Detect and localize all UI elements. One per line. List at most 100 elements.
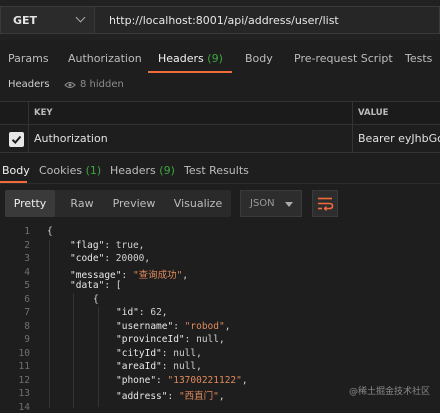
tab-label: Body xyxy=(245,52,273,65)
json-key: "address" xyxy=(116,391,168,402)
tab-cookies[interactable]: Cookies (1) xyxy=(39,157,101,185)
line-number: 7 xyxy=(24,307,30,318)
json-key: "cityId" xyxy=(116,347,162,359)
json-value: "13700221122" xyxy=(167,374,242,386)
eye-icon xyxy=(64,81,76,88)
json-key: "code" xyxy=(70,253,105,264)
tab-params[interactable]: Params xyxy=(8,45,49,73)
header-key-cell[interactable]: Authorization xyxy=(34,132,108,145)
code-line: "message": "查询成功", xyxy=(70,269,189,281)
tab-pre-request-script[interactable]: Pre-request Script xyxy=(294,45,393,73)
tab-label: Params xyxy=(8,52,49,65)
tab-label: Test Results xyxy=(184,164,249,177)
tab-test-results[interactable]: Test Results xyxy=(184,157,249,185)
line-number: 14 xyxy=(18,401,30,413)
response-body-code[interactable]: 1 2 3 4 5 6 7 8 9 10 11 12 13 14 { "flag… xyxy=(0,226,440,413)
row-checkbox[interactable] xyxy=(9,132,24,147)
column-value: VALUE xyxy=(358,108,389,118)
active-tab-indicator xyxy=(148,71,232,73)
json-value: 20000 xyxy=(115,253,145,264)
visualize-button[interactable]: Visualize xyxy=(165,190,231,217)
tab-headers[interactable]: Headers (9) xyxy=(158,45,223,73)
line-number: 10 xyxy=(18,347,30,359)
tab-body[interactable]: Body xyxy=(245,45,273,73)
line-number: 13 xyxy=(18,388,30,399)
json-value: null xyxy=(173,347,197,359)
wrap-lines-button[interactable] xyxy=(312,190,338,217)
tab-count: (1) xyxy=(85,164,102,177)
preview-button[interactable]: Preview xyxy=(109,190,159,217)
header-value-cell[interactable]: Bearer eyJhbGciOi xyxy=(358,132,440,145)
code-line: "flag": true, xyxy=(70,239,145,251)
wrap-icon xyxy=(318,197,334,211)
tab-label: Pre-request Script xyxy=(294,52,393,65)
json-key: "flag" xyxy=(70,239,105,251)
method-label: GET xyxy=(13,13,38,27)
indent-guide xyxy=(49,240,50,408)
json-value: "查询成功" xyxy=(132,269,183,281)
column-divider xyxy=(352,101,353,153)
language-label: JSON xyxy=(250,198,275,209)
tab-label: Body xyxy=(2,164,30,177)
format-group: Pretty Raw Preview Visualize xyxy=(5,190,231,217)
code-line: "data": [ xyxy=(70,280,122,291)
watermark: @稀土掘金技术社区 xyxy=(349,384,430,397)
code-line: { xyxy=(93,293,99,305)
code-line: "address": "西直门", xyxy=(116,391,225,402)
headers-table: KEY VALUE Authorization Bearer eyJhbGciO… xyxy=(0,101,440,153)
headers-title: Headers xyxy=(8,79,50,90)
request-tabs: Params Authorization Headers (9) Body Pr… xyxy=(0,45,440,73)
headers-toolbar: Headers 8 hidden xyxy=(0,76,440,98)
json-key: "phone" xyxy=(116,374,157,386)
response-tabs: Body Cookies (1) Headers (9) Test Result… xyxy=(0,158,440,184)
raw-button[interactable]: Raw xyxy=(57,190,107,217)
json-key: "id" xyxy=(116,307,139,318)
json-key: "provinceId" xyxy=(116,334,185,345)
code-line: "areaId": null, xyxy=(116,361,202,372)
url-input[interactable]: http://localhost:8001/api/address/user/l… xyxy=(95,6,440,34)
chevron-down-icon xyxy=(75,12,86,23)
watermark-text: @稀土掘金技术社区 xyxy=(348,387,430,397)
json-key: "data" xyxy=(70,280,105,291)
tab-authorization[interactable]: Authorization xyxy=(68,45,142,73)
tab-label: Tests xyxy=(405,52,433,65)
tab-tests[interactable]: Tests xyxy=(405,45,432,73)
line-number: 12 xyxy=(18,374,30,386)
hidden-headers-toggle[interactable]: 8 hidden xyxy=(64,79,124,90)
code-line: "cityId": null, xyxy=(116,347,202,359)
column-divider xyxy=(28,101,29,153)
json-value: "robod" xyxy=(184,320,225,332)
line-number: 3 xyxy=(24,253,30,264)
code-line: "phone": "13700221122", xyxy=(116,374,248,386)
method-select[interactable]: GET xyxy=(0,6,95,34)
code-line: "provinceId": null, xyxy=(116,334,225,345)
json-key: "message" xyxy=(70,269,122,281)
json-value: null xyxy=(196,334,219,345)
url-bar: GET http://localhost:8001/api/address/us… xyxy=(0,0,440,40)
line-number: 8 xyxy=(24,320,30,332)
json-key: "areaId" xyxy=(116,361,162,372)
json-value: 62 xyxy=(150,307,162,318)
tab-count: (9) xyxy=(207,52,223,65)
line-number: 5 xyxy=(24,280,30,291)
json-value: "西直门" xyxy=(178,391,219,402)
tab-label: Headers xyxy=(158,52,204,65)
indent-guide xyxy=(73,293,74,408)
table-row: Authorization Bearer eyJhbGciOi xyxy=(0,126,440,153)
code-line: "code": 20000, xyxy=(70,253,151,264)
pretty-button[interactable]: Pretty xyxy=(5,190,55,217)
tab-label: Authorization xyxy=(68,52,142,65)
line-number: 6 xyxy=(24,293,30,305)
language-select[interactable]: JSON xyxy=(240,190,302,217)
indent-guide xyxy=(98,307,99,407)
tab-count: (9) xyxy=(159,164,175,177)
tab-response-headers[interactable]: Headers (9) xyxy=(110,157,175,185)
divider xyxy=(0,183,440,184)
code-line: "username": "robod", xyxy=(116,320,231,332)
column-key: KEY xyxy=(34,108,53,118)
table-header: KEY VALUE xyxy=(0,101,440,125)
line-number: 4 xyxy=(24,266,30,278)
checkmark-icon xyxy=(11,135,22,144)
code-line: "id": 62, xyxy=(116,307,168,318)
line-number: 1 xyxy=(24,226,30,237)
